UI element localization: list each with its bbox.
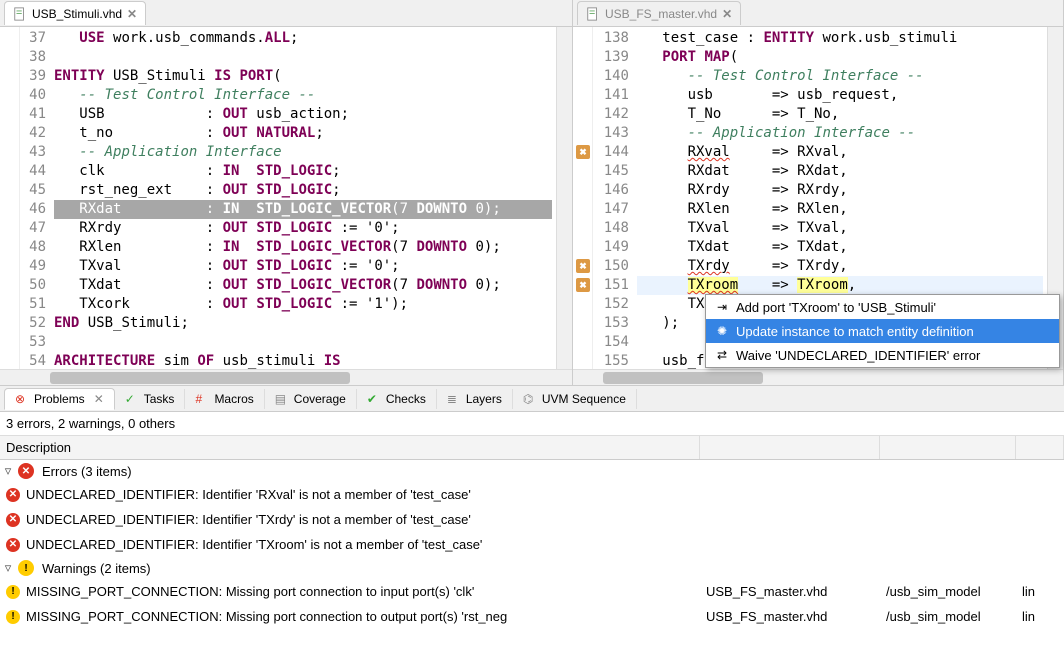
tab-usb-fs-master[interactable]: USB_FS_master.vhd ✕ — [577, 1, 741, 25]
bottom-tab-checks[interactable]: ✔Checks — [357, 389, 437, 409]
tab-usb-stimuli[interactable]: USB_Stimuli.vhd ✕ — [4, 1, 146, 25]
bottom-tabs: ⊗Problems✕✓Tasks#Macros▤Coverage✔Checks≣… — [0, 386, 1064, 412]
tab-label: USB_Stimuli.vhd — [32, 7, 122, 21]
problem-resource — [700, 518, 880, 522]
problem-path — [880, 493, 1016, 497]
waive-icon: ⇄ — [714, 347, 730, 363]
problem-path — [880, 543, 1016, 547]
problem-resource — [700, 543, 880, 547]
problem-location — [1016, 493, 1064, 497]
problem-row[interactable]: ✕ UNDECLARED_IDENTIFIER: Identifier 'RXva… — [0, 482, 1064, 507]
code-area-left[interactable]: 373839404142434445464748495051525354 USE… — [0, 27, 572, 369]
disclosure-icon[interactable]: ▿ — [2, 560, 14, 576]
error-icon: ✕ — [6, 488, 20, 502]
checks-icon: ✔ — [367, 392, 381, 406]
tasks-icon: ✓ — [125, 392, 139, 406]
problem-location: lin — [1016, 582, 1064, 601]
problem-row[interactable]: ! MISSING_PORT_CONNECTION: Missing port c… — [0, 604, 1064, 629]
quick-fix-label: Update instance to match entity definiti… — [736, 324, 974, 339]
problem-resource: USB_FS_master.vhd — [700, 607, 880, 626]
problem-row[interactable]: ! MISSING_PORT_CONNECTION: Missing port c… — [0, 579, 1064, 604]
column-path[interactable] — [880, 436, 1016, 459]
close-icon[interactable]: ✕ — [94, 392, 104, 406]
quick-fix-item[interactable]: ⇄ Waive 'UNDECLARED_IDENTIFIER' error — [706, 343, 1059, 367]
warning-icon: ! — [6, 585, 20, 599]
vhd-file-icon — [586, 7, 600, 21]
add-port-icon: ⇥ — [714, 299, 730, 315]
close-icon[interactable]: ✕ — [722, 7, 732, 21]
problems-table: Description ▿✕Errors (3 items)✕UNDECLARE… — [0, 435, 1064, 656]
problem-location: lin — [1016, 607, 1064, 626]
problems-group[interactable]: ▿✕ Errors (3 items) — [0, 460, 1064, 482]
error-marker-icon[interactable]: ✖ — [576, 278, 590, 292]
bottom-tab-uvm-sequence[interactable]: ⌬UVM Sequence — [513, 389, 637, 409]
problem-path: /usb_sim_model — [880, 582, 1016, 601]
error-icon: ✕ — [6, 538, 20, 552]
group-label: Warnings (2 items) — [42, 561, 151, 576]
layers-icon: ≣ — [447, 392, 461, 406]
error-icon: ✕ — [18, 463, 34, 479]
vertical-scrollbar[interactable] — [556, 27, 572, 369]
problems-icon: ⊗ — [15, 392, 29, 406]
quick-fix-label: Add port 'TXroom' to 'USB_Stimuli' — [736, 300, 936, 315]
close-icon[interactable]: ✕ — [127, 7, 137, 21]
problem-resource: USB_FS_master.vhd — [700, 582, 880, 601]
editor-pane-left: USB_Stimuli.vhd ✕ 3738394041424344454647… — [0, 0, 573, 385]
bottom-panel: ⊗Problems✕✓Tasks#Macros▤Coverage✔Checks≣… — [0, 386, 1064, 656]
coverage-icon: ▤ — [275, 392, 289, 406]
error-marker-icon[interactable]: ✖ — [576, 259, 590, 273]
problem-message: MISSING_PORT_CONNECTION: Missing port co… — [26, 584, 474, 599]
quick-fix-menu: ⇥ Add port 'TXroom' to 'USB_Stimuli' ✺ Upda… — [705, 294, 1060, 368]
problem-path: /usb_sim_model — [880, 607, 1016, 626]
quick-fix-item[interactable]: ⇥ Add port 'TXroom' to 'USB_Stimuli' — [706, 295, 1059, 319]
error-marker-icon[interactable]: ✖ — [576, 145, 590, 159]
problems-group[interactable]: ▿! Warnings (2 items) — [0, 557, 1064, 579]
tab-bar-right: USB_FS_master.vhd ✕ — [573, 0, 1063, 27]
bottom-tab-coverage[interactable]: ▤Coverage — [265, 389, 357, 409]
column-description[interactable]: Description — [0, 436, 700, 459]
uvm-icon: ⌬ — [523, 392, 537, 406]
gear-icon: ✺ — [714, 323, 730, 339]
bottom-tab-macros[interactable]: #Macros — [185, 389, 264, 409]
tab-bar-left: USB_Stimuli.vhd ✕ — [0, 0, 572, 27]
problems-status: 3 errors, 2 warnings, 0 others — [0, 412, 1064, 435]
problem-resource — [700, 493, 880, 497]
column-location[interactable] — [1016, 436, 1064, 459]
warning-icon: ! — [6, 610, 20, 624]
group-label: Errors (3 items) — [42, 464, 132, 479]
problem-message: MISSING_PORT_CONNECTION: Missing port co… — [26, 609, 507, 624]
macros-icon: # — [195, 392, 209, 406]
column-resource[interactable] — [700, 436, 880, 459]
disclosure-icon[interactable]: ▿ — [2, 463, 14, 479]
problem-message: UNDECLARED_IDENTIFIER: Identifier 'RXval… — [26, 487, 471, 502]
problem-row[interactable]: ✕ UNDECLARED_IDENTIFIER: Identifier 'TXrd… — [0, 507, 1064, 532]
vhd-file-icon — [13, 7, 27, 21]
quick-fix-item[interactable]: ✺ Update instance to match entity definit… — [706, 319, 1059, 343]
problem-message: UNDECLARED_IDENTIFIER: Identifier 'TXrdy… — [26, 512, 471, 527]
horizontal-scrollbar[interactable] — [573, 369, 1063, 385]
problem-location — [1016, 518, 1064, 522]
horizontal-scrollbar[interactable] — [0, 369, 572, 385]
bottom-tab-layers[interactable]: ≣Layers — [437, 389, 513, 409]
problem-path — [880, 518, 1016, 522]
tab-label: USB_FS_master.vhd — [605, 7, 717, 21]
bottom-tab-problems[interactable]: ⊗Problems✕ — [4, 388, 115, 410]
error-icon: ✕ — [6, 513, 20, 527]
quick-fix-label: Waive 'UNDECLARED_IDENTIFIER' error — [736, 348, 980, 363]
problem-location — [1016, 543, 1064, 547]
warning-icon: ! — [18, 560, 34, 576]
bottom-tab-tasks[interactable]: ✓Tasks — [115, 389, 186, 409]
problem-row[interactable]: ✕ UNDECLARED_IDENTIFIER: Identifier 'TXro… — [0, 532, 1064, 557]
problem-message: UNDECLARED_IDENTIFIER: Identifier 'TXroo… — [26, 537, 482, 552]
